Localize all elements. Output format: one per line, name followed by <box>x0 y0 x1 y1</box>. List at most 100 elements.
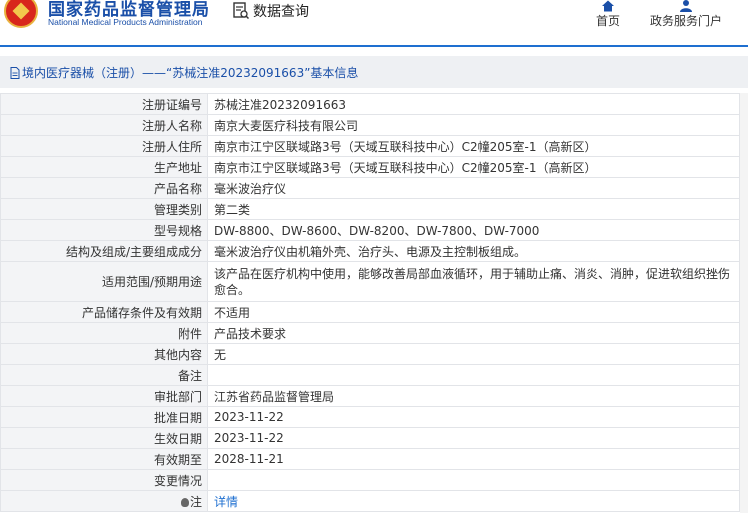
nav-portal-label: 政务服务门户 <box>650 14 723 28</box>
field-value: 毫米波治疗仪 <box>207 177 740 199</box>
field-label: 结构及组成/主要组成成分 <box>0 240 208 262</box>
field-label: 型号规格 <box>0 219 208 241</box>
field-label-text: 生产地址 <box>153 160 202 175</box>
field-label: 注册证编号 <box>0 93 208 115</box>
header-divider <box>0 45 748 47</box>
field-value-text: 无 <box>214 347 227 362</box>
table-row: 管理类别 第二类 <box>0 198 740 220</box>
data-query-link[interactable]: 数据查询 <box>233 1 309 21</box>
field-value: 该产品在医疗机构中使用，能够改善局部血液循环，用于辅助止痛、消炎、消肿，促进软组… <box>207 261 740 302</box>
data-query-icon <box>233 2 249 20</box>
field-label: 产品名称 <box>0 177 208 199</box>
field-label: 适用范围/预期用途 <box>0 261 208 302</box>
field-label-text: 注 <box>189 494 202 509</box>
field-value-text: 2028-11-21 <box>214 452 284 466</box>
table-row: 附件 产品技术要求 <box>0 322 740 344</box>
field-value-text: 南京大麦医疗科技有限公司 <box>214 118 359 133</box>
table-row: 注详情 <box>0 490 740 512</box>
field-value: 产品技术要求 <box>207 322 740 344</box>
field-value: 无 <box>207 343 740 365</box>
field-value <box>207 469 740 491</box>
emblem-logo[interactable] <box>4 0 38 28</box>
bulb-icon <box>180 497 189 507</box>
field-label: 生产地址 <box>0 156 208 178</box>
field-value-text: 2023-11-22 <box>214 410 284 424</box>
field-value <box>207 364 740 386</box>
breadcrumb: 境内医疗器械（注册）——“苏械注准20232091663”基本信息 <box>10 64 358 81</box>
field-label: 注 <box>0 490 208 512</box>
table-row: 注册人住所 南京市江宁区联域路3号（天域互联科技中心）C2幢205室-1（高新区） <box>0 135 740 157</box>
field-value: 详情 <box>207 490 740 512</box>
field-value: 2028-11-21 <box>207 448 740 470</box>
field-label-text: 变更情况 <box>153 473 202 488</box>
field-label: 产品储存条件及有效期 <box>0 301 208 323</box>
user-icon <box>680 0 692 12</box>
field-label-text: 注册人住所 <box>141 139 202 154</box>
field-label-text: 生效日期 <box>153 431 202 446</box>
field-value: 苏械注准20232091663 <box>207 93 740 115</box>
table-row: 结构及组成/主要组成成分 毫米波治疗仪由机箱外壳、治疗头、电源及主控制板组成。 <box>0 240 740 262</box>
breadcrumb-text: 境内医疗器械（注册）——“苏械注准20232091663”基本信息 <box>22 66 359 80</box>
table-row: 生效日期 2023-11-22 <box>0 427 740 449</box>
field-value-text: 产品技术要求 <box>214 326 287 341</box>
field-label-text: 注册人名称 <box>141 118 202 133</box>
field-value-text: DW-8800、DW-8600、DW-8200、DW-7800、DW-7000 <box>214 223 540 238</box>
table-row: 备注 <box>0 364 740 386</box>
field-label-text: 附件 <box>177 326 202 341</box>
field-value: 2023-11-22 <box>207 427 740 449</box>
site-header: 国家药品监督管理局 National Medical Products Admi… <box>0 0 748 46</box>
field-value: 南京大麦医疗科技有限公司 <box>207 114 740 136</box>
document-icon <box>10 66 20 79</box>
field-label-text: 管理类别 <box>153 202 202 217</box>
field-value: 2023-11-22 <box>207 406 740 428</box>
home-icon <box>602 0 614 12</box>
field-value-text: 不适用 <box>214 305 251 320</box>
field-label: 管理类别 <box>0 198 208 220</box>
field-value-text: 该产品在医疗机构中使用，能够改善局部血液循环，用于辅助止痛、消炎、消肿，促进软组… <box>214 266 731 297</box>
table-row: 注册证编号 苏械注准20232091663 <box>0 93 740 115</box>
table-row: 生产地址 南京市江宁区联域路3号（天域互联科技中心）C2幢205室-1（高新区） <box>0 156 740 178</box>
nav-home-label: 首页 <box>596 14 621 28</box>
site-name-en: National Medical Products Administration <box>48 17 203 27</box>
field-label: 注册人住所 <box>0 135 208 157</box>
record-table: 注册证编号 苏械注准20232091663 注册人名称 南京大麦医疗科技有限公司 注册人… <box>0 93 740 512</box>
field-value-text: 南京市江宁区联域路3号（天域互联科技中心）C2幢205室-1（高新区） <box>214 139 597 154</box>
field-value: 南京市江宁区联域路3号（天域互联科技中心）C2幢205室-1（高新区） <box>207 156 740 178</box>
data-query-label: 数据查询 <box>253 4 309 20</box>
field-label: 批准日期 <box>0 406 208 428</box>
field-label: 变更情况 <box>0 469 208 491</box>
field-label-text: 审批部门 <box>153 389 202 404</box>
details-link[interactable]: 详情 <box>214 495 238 509</box>
field-value-text: 江苏省药品监督管理局 <box>214 389 335 404</box>
field-label: 注册人名称 <box>0 114 208 136</box>
field-label-text: 型号规格 <box>153 223 202 238</box>
table-row: 有效期至 2028-11-21 <box>0 448 740 470</box>
table-row: 审批部门 江苏省药品监督管理局 <box>0 385 740 407</box>
field-value: 不适用 <box>207 301 740 323</box>
field-value-text: 苏械注准20232091663 <box>214 97 346 112</box>
field-label-text: 结构及组成/主要组成成分 <box>65 244 202 259</box>
breadcrumb-bar: 境内医疗器械（注册）——“苏械注准20232091663”基本信息 <box>0 56 748 88</box>
field-label-text: 适用范围/预期用途 <box>101 275 202 289</box>
field-value: 第二类 <box>207 198 740 220</box>
nav-portal[interactable]: 政务服务门户 <box>650 0 722 29</box>
table-row: 批准日期 2023-11-22 <box>0 406 740 428</box>
field-value: 毫米波治疗仪由机箱外壳、治疗头、电源及主控制板组成。 <box>207 240 740 262</box>
table-row: 适用范围/预期用途 该产品在医疗机构中使用，能够改善局部血液循环，用于辅助止痛、消… <box>0 261 740 302</box>
field-label: 审批部门 <box>0 385 208 407</box>
field-label-text: 其他内容 <box>153 347 202 362</box>
field-value-text: 第二类 <box>214 202 251 217</box>
field-label-text: 备注 <box>177 368 202 383</box>
field-label: 备注 <box>0 364 208 386</box>
field-value-text: 南京市江宁区联域路3号（天域互联科技中心）C2幢205室-1（高新区） <box>214 160 597 175</box>
table-row: 产品储存条件及有效期 不适用 <box>0 301 740 323</box>
table-row: 其他内容无 <box>0 343 740 365</box>
field-value-text: 毫米波治疗仪 <box>214 181 287 196</box>
field-label-text: 有效期至 <box>153 452 202 467</box>
field-label: 生效日期 <box>0 427 208 449</box>
field-label-text: 注册证编号 <box>141 97 202 112</box>
field-label: 其他内容 <box>0 343 208 365</box>
field-value: 南京市江宁区联域路3号（天域互联科技中心）C2幢205室-1（高新区） <box>207 135 740 157</box>
table-row: 型号规格 DW-8800、DW-8600、DW-8200、DW-7800、DW-7… <box>0 219 740 241</box>
nav-home[interactable]: 首页 <box>596 0 620 29</box>
